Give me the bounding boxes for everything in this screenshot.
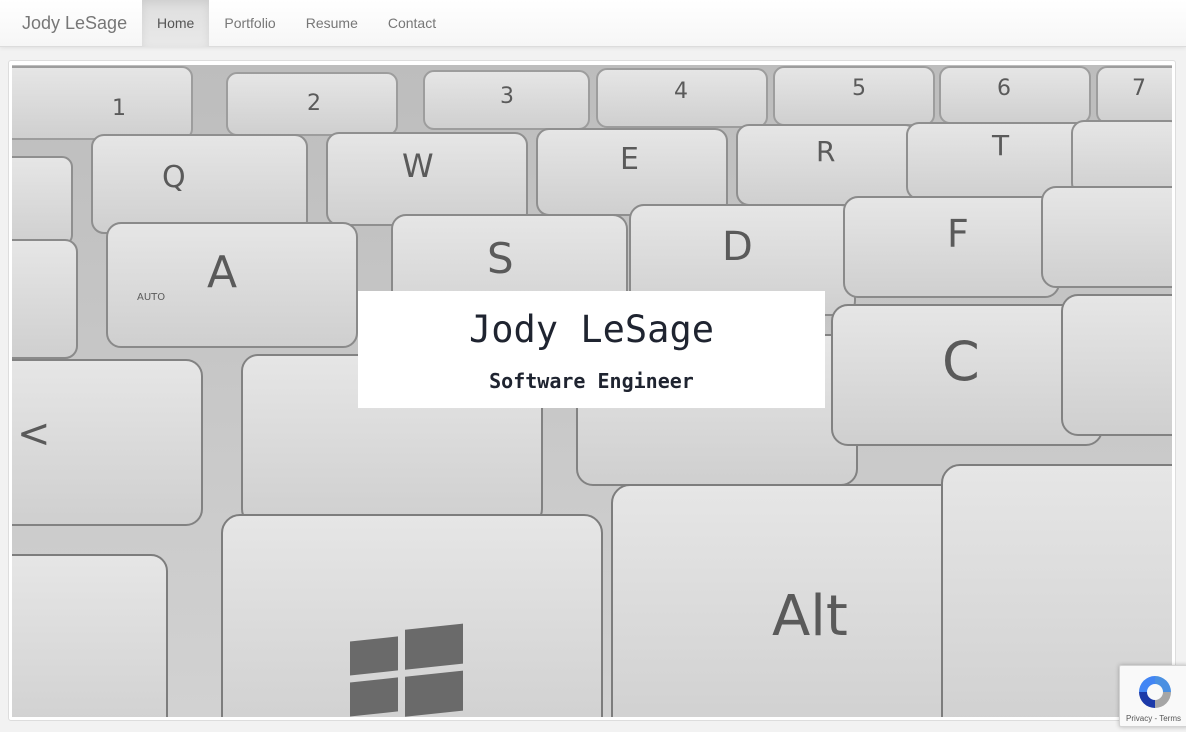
key-d-label: D [722,224,753,270]
main-nav: Home Portfolio Resume Contact [142,0,451,47]
key-2-label: 2 [307,91,321,116]
key-1-label: 1 [112,96,126,121]
key-a-label: A [207,247,237,298]
key-5-label: 5 [852,76,866,101]
key-w-label: W [402,147,434,185]
key-7-label: 7 [1132,76,1146,101]
key-e-label: E [620,142,639,177]
key-6-label: 6 [997,76,1011,101]
recaptcha-badge[interactable]: Privacy - Terms [1119,665,1186,727]
hero-title-card: Jody LeSage Software Engineer [358,291,825,408]
key-q-label: Q [162,160,186,195]
key-4-label: 4 [674,79,688,104]
nav-home[interactable]: Home [142,0,210,47]
hero-subtitle: Software Engineer [489,369,694,393]
key-3-label: 3 [500,84,514,109]
svg-text:<: < [17,411,51,457]
recaptcha-icon [1139,676,1171,708]
nav-portfolio[interactable]: Portfolio [209,0,290,47]
key-t-label: T [991,129,1010,162]
key-auto-label: AUTO [137,292,165,303]
key-r-label: R [816,135,835,168]
key-alt-label: Alt [772,584,848,649]
recaptcha-privacy-link[interactable]: Privacy [1126,714,1152,723]
key-c-label: C [942,330,980,393]
key-s-label: S [487,234,514,283]
top-navbar: Jody LeSage Home Portfolio Resume Contac… [0,0,1186,47]
hero-name: Jody LeSage [468,308,715,351]
nav-contact[interactable]: Contact [373,0,451,47]
brand-link[interactable]: Jody LeSage [22,0,127,47]
nav-resume[interactable]: Resume [291,0,373,47]
recaptcha-terms-link[interactable]: Terms [1159,714,1181,723]
key-f-label: F [947,212,969,256]
